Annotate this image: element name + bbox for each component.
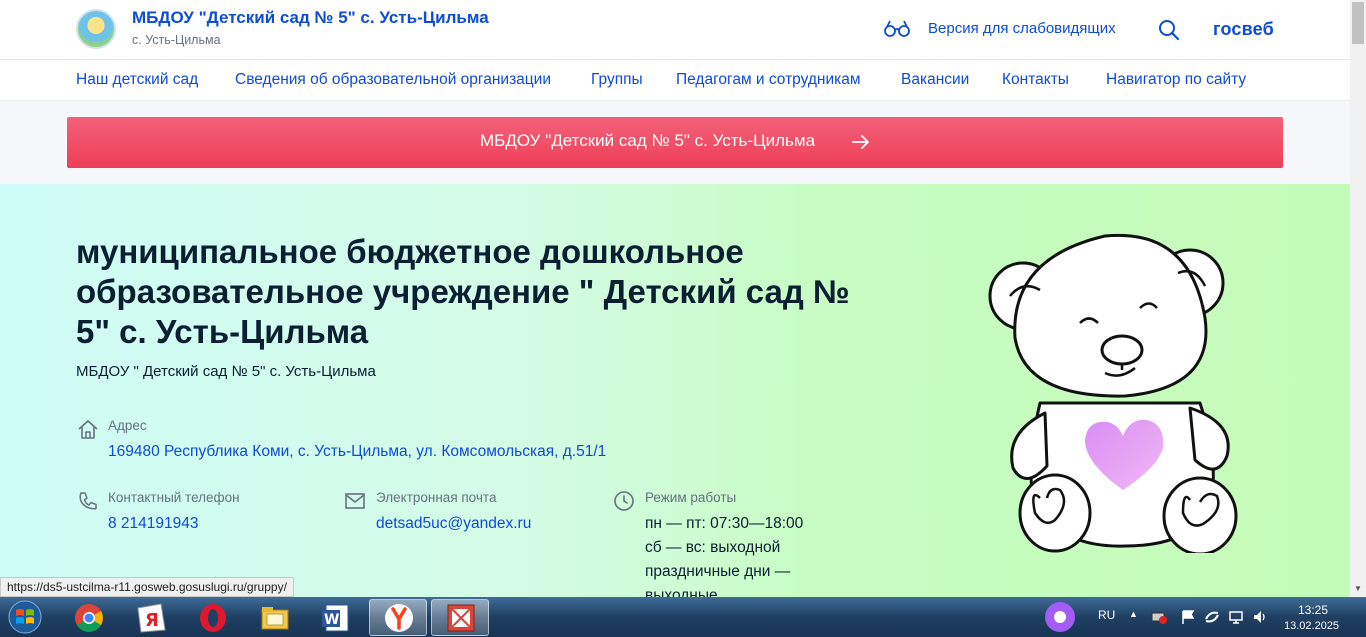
tray-expand-icon[interactable]: ▲ xyxy=(1129,609,1138,619)
svg-text:W: W xyxy=(324,612,339,628)
sync-icon[interactable] xyxy=(1204,609,1220,625)
search-icon[interactable] xyxy=(1158,19,1180,41)
volume-icon[interactable] xyxy=(1252,609,1268,625)
nav-item-vacancies[interactable]: Вакансии xyxy=(901,71,969,89)
phone-label: Контактный телефон xyxy=(108,490,240,505)
banner-text[interactable]: МБДОУ "Детский сад № 5" с. Усть-Цильма xyxy=(480,131,815,151)
org-location: с. Усть-Цильма xyxy=(132,33,221,47)
gosweb-brand-link[interactable]: госвеб xyxy=(1213,19,1274,40)
clock-date[interactable]: 13.02.2025 xyxy=(1284,620,1339,632)
windows-start-icon[interactable] xyxy=(5,600,45,634)
scroll-down-arrow-icon[interactable]: ▼ xyxy=(1353,584,1363,594)
email-label: Электронная почта xyxy=(376,490,497,505)
word-icon[interactable]: W xyxy=(320,602,352,634)
image-viewer-icon[interactable] xyxy=(445,602,477,634)
org-logo[interactable] xyxy=(76,9,116,49)
arrow-right-icon[interactable] xyxy=(852,134,870,150)
language-indicator[interactable]: RU xyxy=(1098,608,1115,622)
clock-time[interactable]: 13:25 xyxy=(1298,603,1328,617)
chrome-icon[interactable] xyxy=(73,602,105,634)
mail-icon xyxy=(345,493,365,509)
nav-item-sitemap[interactable]: Навигатор по сайту xyxy=(1106,71,1246,89)
phone-link[interactable]: 8 214191943 xyxy=(108,515,199,533)
hours-weekend: сб — вс: выходной xyxy=(645,539,781,556)
monitor-icon[interactable] xyxy=(1228,609,1244,625)
org-title-link[interactable]: МБДОУ "Детский сад № 5" с. Усть-Цильма xyxy=(132,8,489,28)
teddy-bear-illustration xyxy=(988,233,1238,553)
hours-label: Режим работы xyxy=(645,490,737,505)
hours-holidays-2: выходные xyxy=(645,587,718,597)
page-title: муниципальное бюджетное дошкольное образ… xyxy=(76,233,850,350)
nav-item-staff[interactable]: Педагогам и сотрудникам xyxy=(676,71,861,89)
page-subtitle: МБДОУ " Детский сад № 5" с. Усть-Цильма xyxy=(76,363,376,380)
svg-text:Я: Я xyxy=(145,610,159,631)
low-vision-link[interactable]: Версия для слабовидящих xyxy=(928,20,1116,37)
link-status-url: https://ds5-ustcilma-r11.gosweb.gosuslug… xyxy=(0,577,294,597)
flag-icon[interactable] xyxy=(1180,609,1196,625)
file-explorer-icon[interactable] xyxy=(259,602,291,634)
yandex-icon[interactable] xyxy=(383,602,415,634)
scrollbar-thumb[interactable] xyxy=(1352,2,1364,44)
page-scrollbar[interactable] xyxy=(1350,0,1366,597)
phone-icon xyxy=(79,492,97,510)
clock-icon xyxy=(614,491,634,511)
nav-item-org-info[interactable]: Сведения об образовательной организации xyxy=(235,71,551,89)
nav-item-our-kindergarten[interactable]: Наш детский сад xyxy=(76,71,198,89)
opera-icon[interactable] xyxy=(197,602,229,634)
network-warning-icon[interactable] xyxy=(1150,609,1168,625)
hours-holidays: праздничные дни — xyxy=(645,563,791,580)
email-link[interactable]: detsad5uc@yandex.ru xyxy=(376,515,531,533)
glasses-icon[interactable] xyxy=(884,20,910,38)
address-label: Адрес xyxy=(108,418,147,433)
yandex-browser-icon[interactable]: Я xyxy=(135,602,167,634)
address-link[interactable]: 169480 Республика Коми, с. Усть-Цильма, … xyxy=(108,443,606,461)
hours-weekdays: пн — пт: 07:30—18:00 xyxy=(645,515,804,532)
nav-item-contacts[interactable]: Контакты xyxy=(1002,71,1069,89)
alice-assistant-icon[interactable] xyxy=(1044,601,1076,633)
home-icon xyxy=(78,420,98,439)
nav-item-groups[interactable]: Группы xyxy=(591,71,643,89)
